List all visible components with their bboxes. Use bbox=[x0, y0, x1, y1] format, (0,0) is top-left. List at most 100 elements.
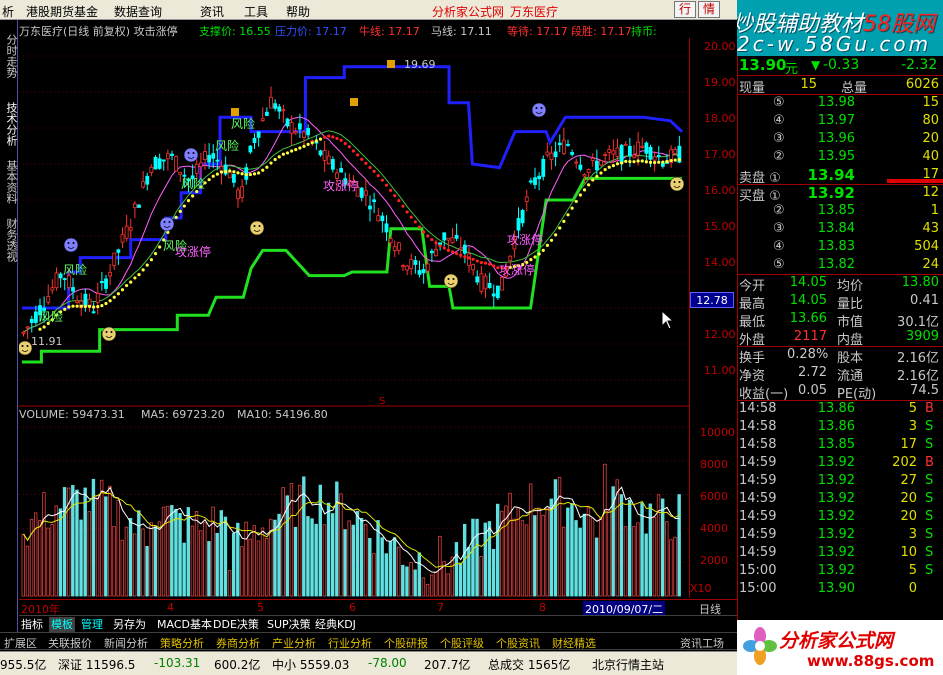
volume-bar bbox=[673, 536, 677, 597]
signal-dot bbox=[63, 307, 67, 311]
volume-bar bbox=[487, 521, 492, 597]
signal-dot bbox=[314, 139, 318, 143]
signal-dot bbox=[430, 237, 434, 242]
link-related-quotes[interactable]: 关联报价 bbox=[48, 635, 92, 651]
menu-item-hk-futures[interactable]: 港股期货基金 bbox=[26, 3, 98, 20]
candle-body bbox=[330, 159, 335, 170]
risk-face-icon-eye bbox=[168, 221, 171, 223]
volume-bar bbox=[524, 524, 529, 597]
candle-body bbox=[590, 157, 595, 161]
tab-technical[interactable]: 技术分析 bbox=[1, 92, 18, 156]
tab-macd[interactable]: MACD基本 bbox=[155, 617, 214, 632]
link-industry-chain[interactable]: 产业分析 bbox=[272, 635, 316, 651]
tick-time: 14:59 bbox=[739, 509, 777, 524]
bid-row: 买盘 ① 13.92 12 bbox=[737, 184, 943, 204]
volume-bar bbox=[132, 533, 137, 597]
volume-bar bbox=[223, 516, 228, 597]
bid-row: ③ 13.84 43 bbox=[737, 220, 943, 238]
candlesticks bbox=[21, 86, 682, 340]
signal-dot bbox=[397, 199, 401, 203]
tab-template[interactable]: 模板 bbox=[49, 617, 75, 632]
signal-dot bbox=[360, 157, 364, 161]
signal-dot bbox=[232, 170, 236, 174]
quote-toggle-button-2[interactable]: 情 bbox=[698, 1, 720, 18]
link-extension[interactable]: 扩展区 bbox=[4, 635, 37, 651]
promo-link-stock[interactable]: 万东医疗 bbox=[510, 3, 558, 20]
link-stock-news[interactable]: 个股资讯 bbox=[496, 635, 540, 651]
signal-dot bbox=[615, 162, 620, 166]
signal-dot bbox=[653, 160, 657, 165]
link-news-workshop[interactable]: 资讯工场 bbox=[680, 635, 724, 651]
tab-financials[interactable]: 财务透视 bbox=[1, 208, 18, 272]
kline-chart[interactable]: 风险风险风险风险风险风险攻涨停攻涨停攻涨停攻涨停 11.91 19.69 S bbox=[19, 38, 689, 598]
candle-body bbox=[570, 152, 575, 155]
candle-body bbox=[434, 249, 438, 257]
candle-body bbox=[405, 265, 410, 271]
signal-dot bbox=[603, 167, 607, 172]
signal-dot bbox=[96, 304, 100, 309]
volume-bar bbox=[549, 498, 553, 597]
tab-save-as[interactable]: 另存为 bbox=[111, 617, 148, 632]
tick-volume: 27 bbox=[900, 473, 917, 488]
signal-dot bbox=[554, 233, 558, 237]
signal-dot bbox=[331, 135, 335, 139]
volume-bar bbox=[396, 546, 401, 597]
high-price-label: 19.69 bbox=[404, 58, 436, 71]
volume-bar bbox=[104, 496, 108, 597]
signal-dot bbox=[92, 305, 96, 309]
tick-price: 13.86 bbox=[817, 401, 855, 416]
link-rating[interactable]: 个股评级 bbox=[440, 635, 484, 651]
quote-toggle-button[interactable]: 行 bbox=[674, 1, 696, 18]
tick-price: 13.86 bbox=[817, 419, 855, 434]
tab-sup[interactable]: SUP决策 bbox=[265, 617, 313, 632]
link-news-analysis[interactable]: 新闻分析 bbox=[104, 635, 148, 651]
signal-dot bbox=[364, 161, 368, 165]
candle-body bbox=[566, 143, 570, 146]
date-label: 7 bbox=[437, 601, 444, 614]
tab-indicator[interactable]: 指标 bbox=[19, 617, 45, 632]
tab-fundamentals[interactable]: 基本资料 bbox=[1, 150, 18, 214]
logo-url[interactable]: www.88gs.com bbox=[807, 652, 934, 670]
volume-bar bbox=[619, 494, 624, 597]
link-sector[interactable]: 行业分析 bbox=[328, 635, 372, 651]
tab-intraday[interactable]: 分时走势 bbox=[1, 24, 18, 88]
link-strategy[interactable]: 策略分析 bbox=[160, 635, 204, 651]
signal-dot bbox=[566, 213, 570, 217]
menu-item-tools[interactable]: 工具 bbox=[244, 3, 268, 20]
tick-time: 14:59 bbox=[739, 491, 777, 506]
menu-item-data-query[interactable]: 数据查询 bbox=[114, 3, 162, 20]
volume-bar bbox=[586, 507, 591, 597]
tick-row: 14:58 13.86 3 S bbox=[737, 418, 943, 436]
candle-body bbox=[392, 246, 397, 251]
volume-bar bbox=[128, 517, 133, 597]
tab-dde[interactable]: DDE决策 bbox=[211, 617, 261, 632]
tick-side: S bbox=[925, 437, 934, 452]
tick-side: S bbox=[925, 527, 934, 542]
link-finance-picks[interactable]: 财经精选 bbox=[552, 635, 596, 651]
signal-dot bbox=[100, 304, 104, 308]
menu-item-help[interactable]: 帮助 bbox=[286, 3, 310, 20]
menu-item-analysis[interactable]: 析 bbox=[2, 3, 14, 20]
link-research[interactable]: 个股研报 bbox=[384, 635, 428, 651]
tab-manage[interactable]: 管理 bbox=[79, 617, 105, 632]
signal-dot bbox=[620, 161, 624, 165]
tab-kdj[interactable]: 经典KDJ bbox=[313, 617, 358, 632]
tick-time: 14:58 bbox=[739, 401, 777, 416]
signal-dot bbox=[141, 268, 145, 272]
bid-volume: 12 bbox=[922, 185, 939, 200]
signal-dot bbox=[426, 234, 430, 238]
tick-price: 13.92 bbox=[817, 491, 855, 506]
promo-link-site[interactable]: 分析家公式网 bbox=[432, 3, 504, 20]
signal-dot bbox=[393, 194, 397, 198]
menu-item-news[interactable]: 资讯 bbox=[200, 3, 224, 20]
candle-body bbox=[545, 151, 550, 156]
indicator-bands bbox=[22, 65, 684, 364]
link-broker[interactable]: 券商分析 bbox=[216, 635, 260, 651]
status-server: 北京行情主站 bbox=[592, 658, 665, 672]
signal-dot bbox=[578, 193, 582, 197]
tick-price: 13.92 bbox=[817, 545, 855, 560]
risk-face-icon bbox=[531, 102, 547, 118]
signal-dot bbox=[591, 178, 595, 182]
volume-bar bbox=[264, 538, 269, 597]
hold-cash: 持币: bbox=[631, 25, 657, 38]
